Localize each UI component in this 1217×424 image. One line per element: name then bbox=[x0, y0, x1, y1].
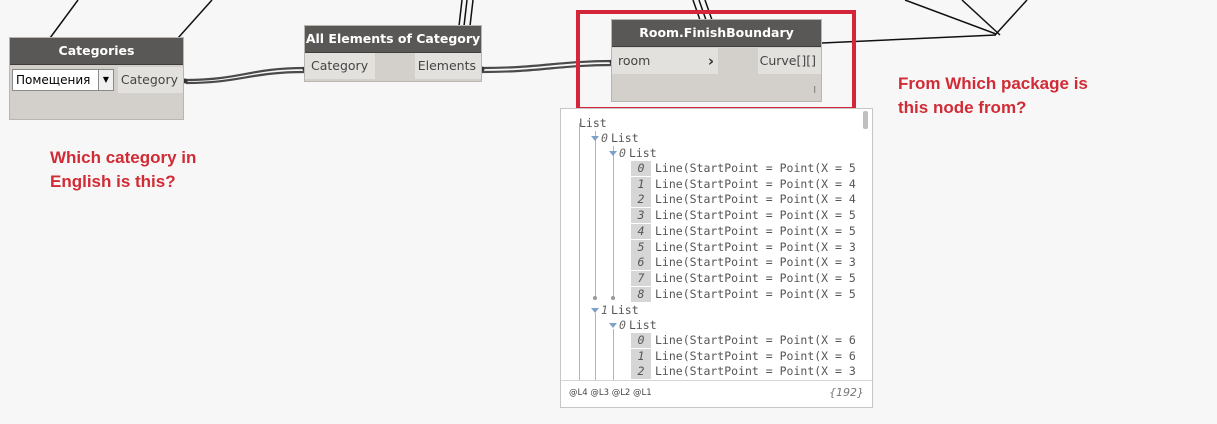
categories-node[interactable]: Categories Помещения ▼ Category bbox=[10, 38, 183, 119]
all-elements-of-category-node[interactable]: All Elements of Category Category Elemen… bbox=[305, 26, 481, 81]
list-item[interactable]: 4 Line(StartPoint = Point(X = 5 bbox=[631, 223, 856, 239]
item-value: Line(StartPoint = Point(X = 5 bbox=[655, 208, 856, 223]
item-index: 0 bbox=[631, 161, 651, 176]
tree-end-dot bbox=[611, 296, 615, 300]
tree-root[interactable]: List bbox=[579, 116, 607, 131]
tree-list-node[interactable]: 0 List bbox=[591, 131, 639, 146]
caret-down-icon[interactable] bbox=[591, 308, 599, 313]
item-index: 3 bbox=[631, 208, 651, 224]
item-index: 1 bbox=[631, 348, 651, 364]
input-port-category[interactable]: Category bbox=[305, 53, 375, 79]
highlight-box bbox=[576, 10, 856, 111]
list-item[interactable]: 0 Line(StartPoint = Point(X = 6 bbox=[631, 333, 856, 348]
item-value: Line(StartPoint = Point(X = 5 bbox=[655, 270, 856, 285]
item-index: 2 bbox=[631, 364, 651, 380]
list-item[interactable]: 6 Line(StartPoint = Point(X = 3 bbox=[631, 255, 856, 271]
list-levels[interactable]: @L4 @L3 @L2 @L1 bbox=[569, 388, 652, 398]
list-item[interactable]: 8 Line(StartPoint = Point(X = 5 bbox=[631, 286, 856, 302]
item-value: Line(StartPoint = Point(X = 5 bbox=[655, 223, 856, 238]
item-value: Line(StartPoint = Point(X = 6 bbox=[655, 348, 856, 363]
preview-scrollbar[interactable] bbox=[863, 111, 868, 129]
list-item[interactable]: 5 Line(StartPoint = Point(X = 3 bbox=[631, 239, 856, 255]
tree-list-node[interactable]: 1 List bbox=[591, 303, 639, 318]
tree-list-node[interactable]: 0 List bbox=[609, 318, 657, 333]
output-port-category[interactable]: Category bbox=[118, 67, 183, 93]
item-index: 5 bbox=[631, 239, 651, 255]
item-value: Line(StartPoint = Point(X = 3 bbox=[655, 239, 856, 254]
list-item[interactable]: 1 Line(StartPoint = Point(X = 6 bbox=[631, 348, 856, 364]
item-value: Line(StartPoint = Point(X = 5 bbox=[655, 286, 856, 301]
item-index: 7 bbox=[631, 270, 651, 286]
dropdown-arrow-icon[interactable]: ▼ bbox=[98, 70, 113, 90]
caret-down-icon[interactable] bbox=[591, 136, 599, 141]
item-value: Line(StartPoint = Point(X = 3 bbox=[655, 364, 856, 379]
background-wire bbox=[49, 0, 79, 39]
caret-down-icon[interactable] bbox=[609, 151, 617, 156]
node-title: Categories bbox=[10, 38, 183, 65]
item-index: 0 bbox=[631, 333, 651, 348]
port-dot bbox=[182, 78, 188, 84]
item-index: 6 bbox=[631, 255, 651, 271]
background-wire bbox=[904, 0, 1028, 35]
preview-tree[interactable]: List 0 List 0 List 0 Line(StartPoint = Poin… bbox=[561, 109, 861, 381]
background-wire bbox=[469, 0, 474, 27]
list-item[interactable]: 0 Line(StartPoint = Point(X = 5 bbox=[631, 161, 856, 176]
caret-down-icon[interactable] bbox=[609, 323, 617, 328]
item-value: Line(StartPoint = Point(X = 5 bbox=[655, 161, 856, 175]
category-dropdown[interactable]: Помещения ▼ bbox=[12, 69, 114, 91]
dropdown-value: Помещения bbox=[16, 73, 91, 87]
node-title: All Elements of Category bbox=[305, 26, 481, 53]
item-index: 2 bbox=[631, 192, 651, 208]
background-wire bbox=[961, 0, 1001, 36]
category-question: Which category in English is this? bbox=[50, 148, 197, 191]
output-port-elements[interactable]: Elements bbox=[415, 53, 481, 79]
item-value: Line(StartPoint = Point(X = 4 bbox=[655, 192, 856, 207]
list-item[interactable]: 7 Line(StartPoint = Point(X = 5 bbox=[631, 270, 856, 286]
background-wire bbox=[458, 0, 463, 27]
list-item[interactable]: 2 Line(StartPoint = Point(X = 4 bbox=[631, 192, 856, 208]
tree-guide-line bbox=[613, 146, 614, 298]
tree-list-node[interactable]: 0 List bbox=[609, 146, 657, 161]
item-index: 8 bbox=[631, 286, 651, 302]
tree-end-dot bbox=[593, 296, 597, 300]
item-value: Line(StartPoint = Point(X = 4 bbox=[655, 176, 856, 191]
tree-guide-line bbox=[595, 313, 596, 381]
item-value: Line(StartPoint = Point(X = 6 bbox=[655, 333, 856, 347]
list-item[interactable]: 1 Line(StartPoint = Point(X = 4 bbox=[631, 176, 856, 192]
package-question: From Which package is this node from? bbox=[898, 74, 1088, 117]
item-index: 1 bbox=[631, 176, 651, 192]
tree-guide-line bbox=[595, 131, 596, 298]
item-value: Line(StartPoint = Point(X = 3 bbox=[655, 255, 856, 270]
tree-guide-line bbox=[613, 329, 614, 381]
background-wire bbox=[463, 0, 468, 27]
tree-guide-line bbox=[579, 123, 580, 381]
list-item[interactable]: 2 Line(StartPoint = Point(X = 3 bbox=[631, 364, 856, 380]
node-preview-bubble[interactable]: List 0 List 0 List 0 Line(StartPoint = Poin… bbox=[560, 108, 873, 408]
list-item[interactable]: 3 Line(StartPoint = Point(X = 5 bbox=[631, 208, 856, 224]
background-wire bbox=[177, 0, 213, 39]
preview-footer: @L4 @L3 @L2 @L1 {192} bbox=[561, 380, 872, 407]
item-count: {192} bbox=[829, 386, 864, 399]
item-index: 4 bbox=[631, 223, 651, 239]
